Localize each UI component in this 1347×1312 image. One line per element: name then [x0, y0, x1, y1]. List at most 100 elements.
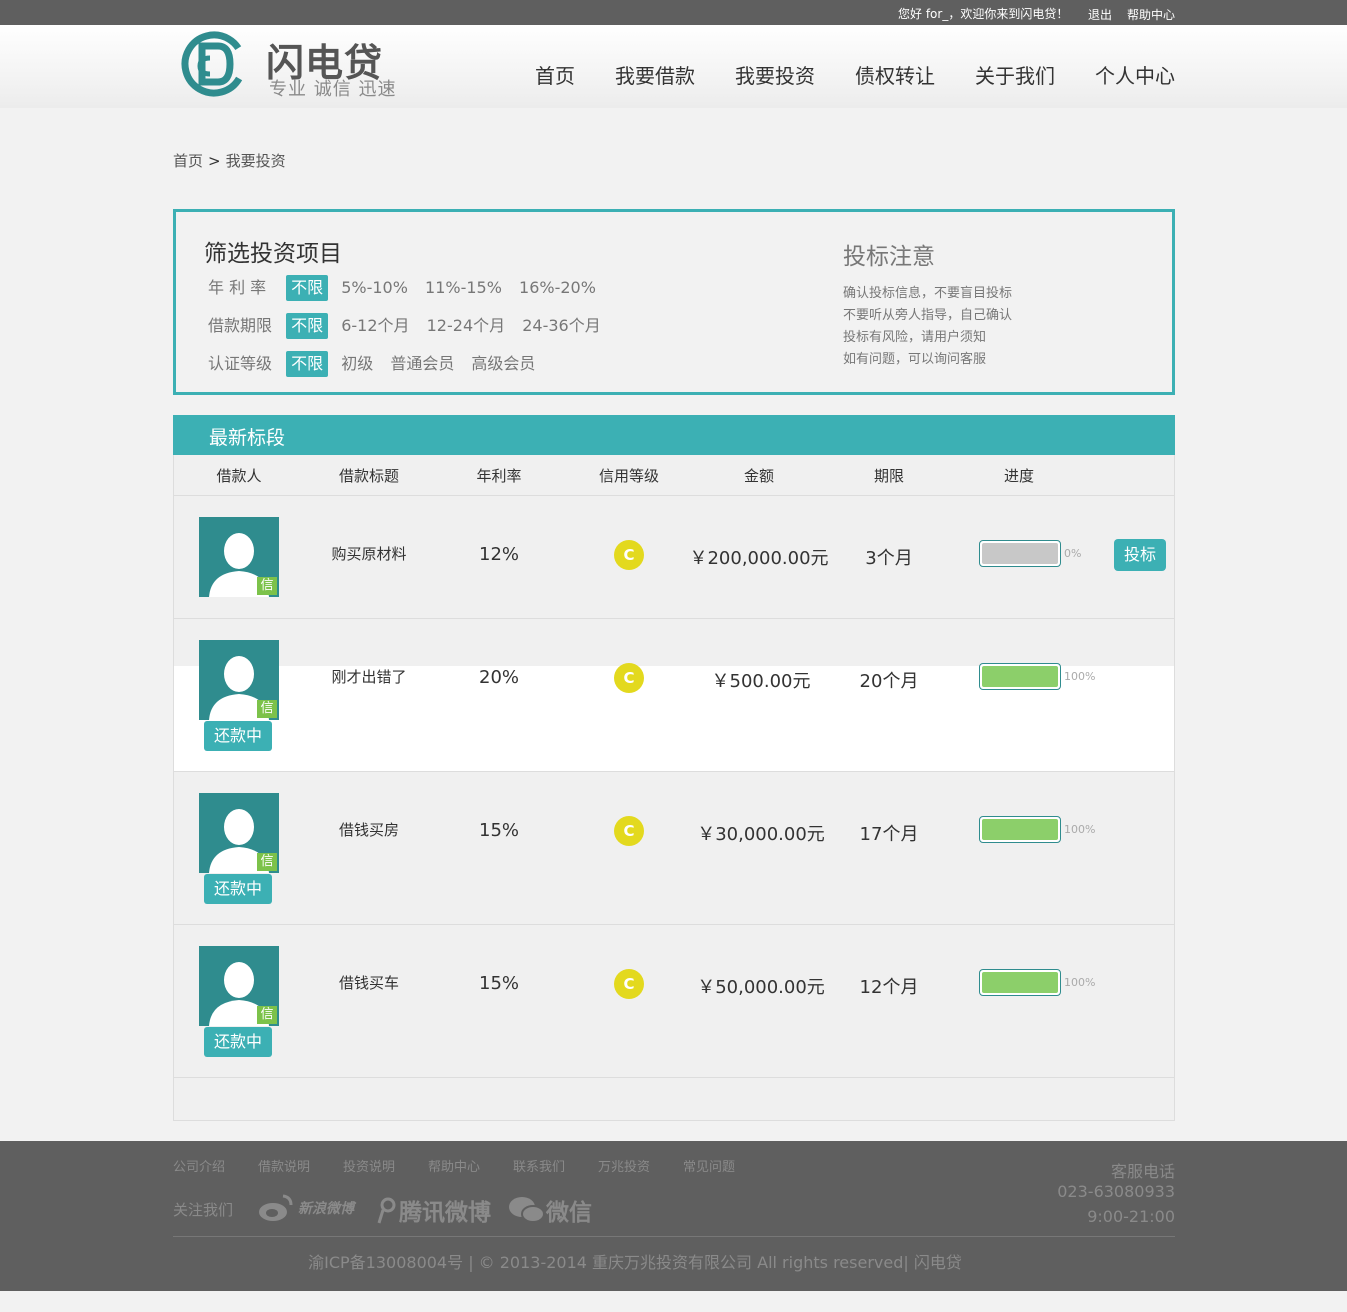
footer-link[interactable]: 投资说明 — [343, 1156, 395, 1175]
avatar: 信 — [199, 517, 279, 597]
footer-link[interactable]: 帮助中心 — [428, 1156, 480, 1175]
filter-option-selected[interactable]: 不限 — [286, 275, 329, 301]
loan-amount: ￥500.00元 — [711, 671, 811, 692]
filter-label: 借款期限 — [208, 316, 273, 335]
avatar: 信 — [199, 793, 279, 873]
progress-text: 100% — [1064, 670, 1096, 683]
logout-link[interactable]: 退出 — [1088, 6, 1112, 23]
loan-title[interactable]: 借钱买车 — [339, 972, 399, 993]
credit-level-icon: C — [614, 540, 644, 570]
help-center-link[interactable]: 帮助中心 — [1127, 6, 1175, 23]
loan-title[interactable]: 购买原材料 — [331, 543, 406, 564]
filter-option[interactable]: 5%-10% — [341, 275, 408, 301]
table-row: 信 还款中 借钱买房 15% C ￥30,000.00元 17个月 100% — [174, 772, 1174, 925]
loan-rate: 20% — [478, 667, 520, 688]
footer-link[interactable]: 常见问题 — [683, 1156, 735, 1175]
filter-option[interactable]: 16%-20% — [519, 275, 596, 301]
filter-option[interactable]: 普通会员 — [390, 351, 454, 377]
avatar: 信 — [199, 640, 279, 720]
column-header: 年利率 — [476, 467, 522, 485]
nav-about[interactable]: 关于我们 — [975, 60, 1055, 89]
loan-term: 3个月 — [865, 548, 913, 569]
progress-text: 100% — [1064, 823, 1096, 836]
loan-title[interactable]: 刚才出错了 — [331, 666, 406, 687]
progress-fill — [982, 543, 1058, 564]
repaying-status-button[interactable]: 还款中 — [204, 874, 272, 904]
nav-debt-transfer[interactable]: 债权转让 — [855, 60, 935, 89]
notice-line: 如有问题，可以询问客服 — [843, 352, 987, 367]
filter-option[interactable]: 11%-15% — [425, 275, 502, 301]
footer-link[interactable]: 借款说明 — [258, 1156, 310, 1175]
bid-button[interactable]: 投标 — [1114, 539, 1166, 571]
progress-bar — [979, 663, 1061, 690]
hotline-number: 023-63080933 — [1057, 1182, 1175, 1201]
nav-invest[interactable]: 我要投资 — [735, 60, 815, 89]
weibo-link[interactable]: 新浪微博 — [258, 1193, 354, 1223]
filter-label: 认证等级 — [208, 354, 273, 373]
filter-option[interactable]: 24-36个月 — [522, 313, 601, 339]
progress-bar — [979, 969, 1061, 996]
breadcrumb-home[interactable]: 首页 — [173, 152, 203, 170]
footer-link[interactable]: 联系我们 — [513, 1156, 565, 1175]
table-row: 信 还款中 借钱买车 15% C ￥50,000.00元 12个月 100% — [174, 925, 1174, 1078]
breadcrumb-separator: > — [208, 152, 221, 170]
footer-link[interactable]: 万兆投资 — [598, 1156, 650, 1175]
loan-term: 17个月 — [859, 824, 919, 845]
filter-option[interactable]: 高级会员 — [471, 351, 535, 377]
loan-amount: ￥200,000.00元 — [689, 548, 829, 569]
filter-row-level: 认证等级 不限 初级 普通会员 高级会员 — [208, 351, 547, 377]
hotline-label: 客服电话 — [1110, 1162, 1175, 1181]
repaying-status-button[interactable]: 还款中 — [204, 721, 272, 751]
breadcrumb: 首页 > 我要投资 — [173, 150, 286, 171]
column-header: 借款标题 — [338, 467, 400, 485]
wechat-link[interactable]: 微信 — [508, 1193, 592, 1227]
social-label: 腾讯微博 — [399, 1200, 491, 1226]
tencent-weibo-link[interactable]: 腾讯微博 — [375, 1193, 491, 1227]
column-header: 金额 — [743, 467, 775, 485]
footer-link[interactable]: 公司介绍 — [173, 1156, 225, 1175]
credit-badge: 信 — [257, 1006, 277, 1024]
credit-badge: 信 — [257, 853, 277, 871]
filter-option[interactable]: 初级 — [341, 351, 373, 377]
repaying-status-button[interactable]: 还款中 — [204, 1027, 272, 1057]
follow-us-label: 关注我们 — [173, 1201, 234, 1219]
copyright: 渝ICP备13008004号 | © 2013-2014 重庆万兆投资有限公司 … — [308, 1253, 962, 1272]
progress-fill — [982, 972, 1058, 993]
filter-option[interactable]: 6-12个月 — [341, 313, 409, 339]
loan-title[interactable]: 借钱买房 — [339, 819, 399, 840]
filter-option-selected[interactable]: 不限 — [286, 351, 329, 377]
social-label: 新浪微博 — [298, 1201, 354, 1217]
loan-table: 借款人 借款标题 年利率 信用等级 金额 期限 进度 信 购买原材料 12% C… — [173, 455, 1175, 1121]
loan-rate: 15% — [478, 820, 520, 841]
footer-divider — [173, 1236, 1175, 1237]
credit-level-icon: C — [614, 969, 644, 999]
filter-panel: 筛选投资项目 年 利 率 不限 5%-10% 11%-15% 16%-20% 借… — [173, 209, 1175, 395]
notice-line: 投标有风险，请用户须知 — [843, 330, 987, 345]
nav-borrow[interactable]: 我要借款 — [615, 60, 695, 89]
welcome-text: 您好 for_，欢迎你来到闪电贷！ — [898, 7, 1069, 21]
loan-amount: ￥30,000.00元 — [697, 824, 825, 845]
notice-title: 投标注意 — [843, 244, 935, 270]
nav-user-center[interactable]: 个人中心 — [1095, 60, 1175, 89]
logo-icon[interactable] — [180, 28, 248, 98]
breadcrumb-current: 我要投资 — [225, 152, 286, 170]
credit-badge: 信 — [257, 577, 277, 595]
loan-term: 20个月 — [859, 671, 919, 692]
nav-home[interactable]: 首页 — [535, 60, 575, 89]
filter-title: 筛选投资项目 — [204, 241, 342, 267]
loan-term: 12个月 — [859, 977, 919, 998]
progress-bar — [979, 816, 1061, 843]
credit-level-icon: C — [614, 663, 644, 693]
filter-option-selected[interactable]: 不限 — [286, 313, 329, 339]
column-header: 进度 — [1003, 467, 1035, 485]
credit-badge: 信 — [257, 700, 277, 718]
tencent-weibo-icon — [377, 1197, 396, 1224]
progress-fill — [982, 666, 1058, 687]
notice-line: 不要听从旁人指导，自己确认 — [843, 308, 1013, 323]
filter-row-rate: 年 利 率 不限 5%-10% 11%-15% 16%-20% — [208, 275, 608, 301]
column-header: 期限 — [873, 467, 905, 485]
list-header: 最新标段 — [173, 415, 1175, 455]
filter-option[interactable]: 12-24个月 — [427, 313, 506, 339]
notice-line: 确认投标信息，不要盲目投标 — [843, 286, 1013, 301]
social-label: 微信 — [546, 1200, 592, 1226]
